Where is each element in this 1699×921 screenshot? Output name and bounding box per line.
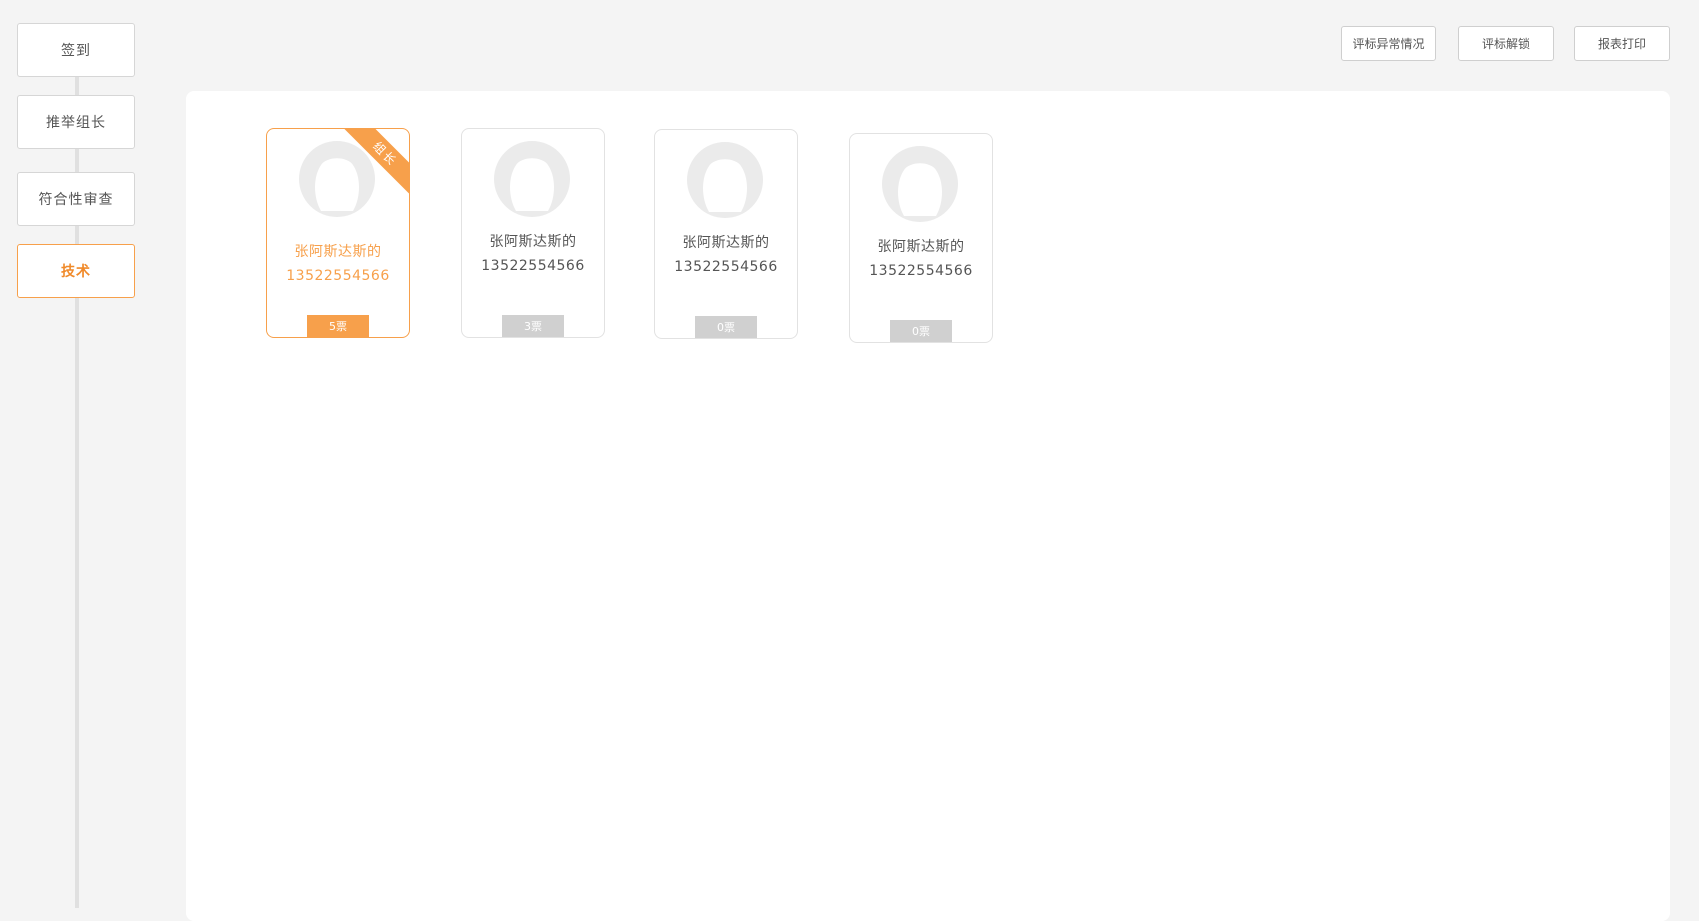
avatar [882, 146, 958, 222]
step-label: 签到 [61, 43, 91, 59]
step-label: 技术 [61, 264, 91, 280]
avatar [299, 141, 375, 217]
report-print-button[interactable]: 报表打印 [1574, 26, 1670, 61]
expert-card[interactable]: 张阿斯达斯的 13522554566 0票 [654, 129, 798, 339]
step-elect-leader[interactable]: 推举组长 [17, 95, 135, 149]
expert-phone: 13522554566 [481, 258, 585, 274]
evaluation-unlock-button[interactable]: 评标解锁 [1458, 26, 1554, 61]
person-placeholder-icon [703, 159, 747, 212]
person-placeholder-icon [898, 163, 942, 216]
expert-name: 张阿斯达斯的 [294, 244, 382, 260]
sidebar-timeline-line [75, 40, 79, 908]
step-compliance-review[interactable]: 符合性审查 [17, 172, 135, 226]
person-placeholder-icon [510, 158, 554, 211]
expert-card[interactable]: 张阿斯达斯的 13522554566 3票 [461, 128, 605, 338]
step-label: 符合性审查 [38, 192, 114, 208]
vote-badge: 0票 [890, 320, 952, 342]
expert-card[interactable]: 张阿斯达斯的 13522554566 0票 [849, 133, 993, 343]
vote-badge: 5票 [307, 315, 369, 337]
avatar [494, 141, 570, 217]
button-label: 报表打印 [1597, 37, 1646, 51]
expert-phone: 13522554566 [286, 268, 390, 284]
main-panel: 组长 张阿斯达斯的 13522554566 5票 张阿斯达斯的 13522554… [186, 91, 1670, 921]
expert-name: 张阿斯达斯的 [682, 235, 770, 251]
vote-badge: 3票 [502, 315, 564, 337]
button-label: 评标解锁 [1481, 37, 1530, 51]
step-technical[interactable]: 技术 [17, 244, 135, 298]
expert-name: 张阿斯达斯的 [877, 239, 965, 255]
expert-phone: 13522554566 [869, 263, 973, 279]
avatar [687, 142, 763, 218]
vote-badge: 0票 [695, 316, 757, 338]
expert-name: 张阿斯达斯的 [489, 234, 577, 250]
expert-card-leader[interactable]: 组长 张阿斯达斯的 13522554566 5票 [266, 128, 410, 338]
person-placeholder-icon [315, 158, 359, 211]
evaluation-abnormal-button[interactable]: 评标异常情况 [1341, 26, 1436, 61]
expert-phone: 13522554566 [674, 259, 778, 275]
button-label: 评标异常情况 [1352, 37, 1425, 51]
step-label: 推举组长 [46, 115, 106, 131]
step-sign-in[interactable]: 签到 [17, 23, 135, 77]
